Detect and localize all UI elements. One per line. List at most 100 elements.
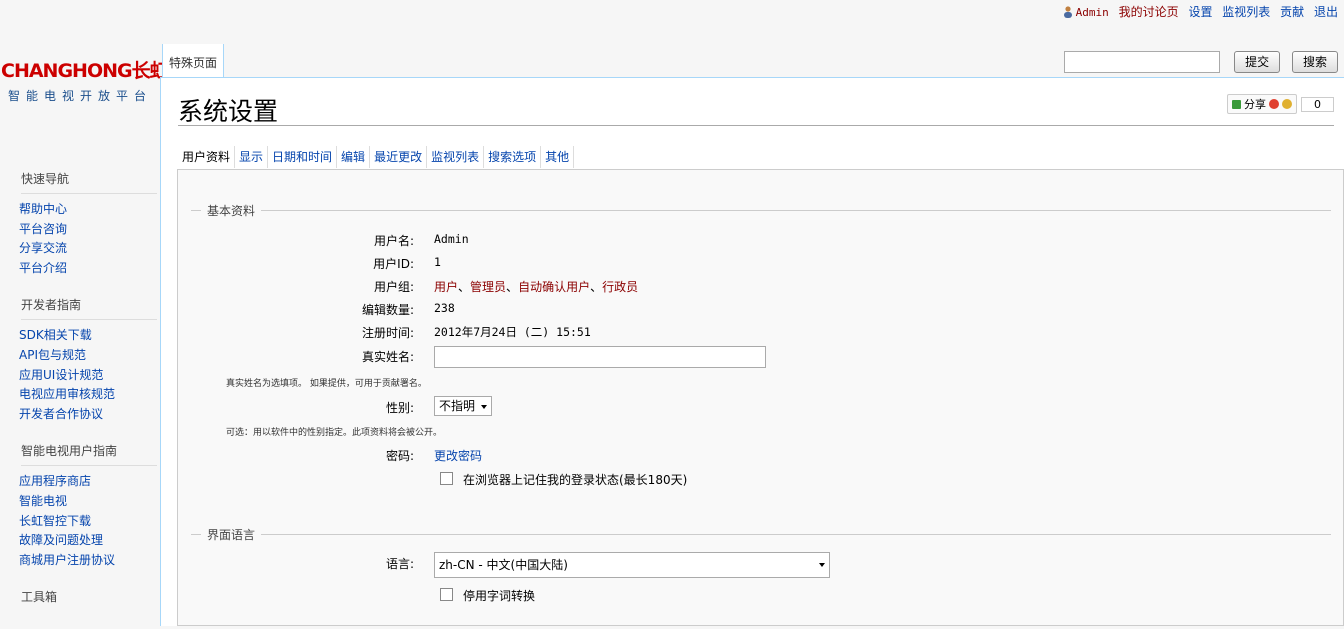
logo-subtitle: 智能电视开放平台 [8,89,153,103]
change-password-link[interactable]: 更改密码 [434,447,482,464]
page-title: 系统设置 [178,97,279,126]
plus-icon [1232,100,1241,109]
personal-tools: Admin 我的讨论页 设置 监视列表 贡献 退出 [1057,3,1338,20]
search-input[interactable] [1064,51,1221,73]
user-link[interactable]: Admin [1063,5,1109,19]
preferences-tabs: 用户资料 显示 日期和时间 编辑 最近更改 监视列表 搜索选项 其他 [178,146,575,168]
language-wrapper: zh-CN - 中文(中国大陆) [434,552,830,578]
group-link[interactable]: 自动确认用户 [518,280,590,294]
site-logo[interactable]: CHANGHONG长虹 智能电视开放平台 [0,56,169,104]
share-button[interactable]: 分享 [1227,94,1297,114]
remember-row: 在浏览器上记住我的登录状态(最长180天) [440,471,687,488]
realname-row: 真实姓名: [178,346,878,370]
title-divider [178,125,1334,126]
disable-conversion-row: 停用字词转换 [440,587,535,604]
language-row: 语言: zh-CN - 中文(中国大陆) [178,552,878,580]
sidebar-item[interactable]: API包与规范 [19,346,160,366]
tab-misc[interactable]: 其他 [541,146,575,168]
group-link[interactable]: 行政员 [602,280,638,294]
weibo-icon[interactable] [1269,99,1279,109]
field-label: 注册时间: [361,326,414,340]
gender-select[interactable]: 不指明 [434,396,493,416]
contributions-link[interactable]: 贡献 [1280,5,1304,19]
sidebar-item[interactable]: 长虹智控下载 [19,512,160,532]
disable-conversion-checkbox[interactable] [440,588,453,601]
field-label: 性别: [385,401,414,415]
field-label: 用户组: [373,280,414,294]
tab-special-page[interactable]: 特殊页面 [162,44,225,77]
tab-search-options[interactable]: 搜索选项 [484,146,542,168]
language-select[interactable]: zh-CN - 中文(中国大陆) [434,552,830,578]
remember-checkbox[interactable] [440,472,453,485]
interface-language-section: 界面语言 [191,526,1331,543]
logo-wordmark: CHANGHONG长虹 [1,60,169,82]
sidebar-section: 开发者指南 SDK相关下载 API包与规范 应用UI设计规范 电视应用审核规范 … [19,296,160,424]
user-icon [1063,6,1072,18]
tab-recent-changes[interactable]: 最近更改 [370,146,428,168]
preferences-panel: 基本资料 用户名: Admin 用户ID: 1 用户组: 用户、管理员、自动确认… [177,169,1344,626]
sidebar-item[interactable]: 平台介绍 [19,259,160,279]
field-label: 语言: [385,557,414,571]
basic-info-section: 基本资料 [191,202,1331,219]
sidebar-item[interactable]: 电视应用审核规范 [19,385,160,405]
remember-label: 在浏览器上记住我的登录状态(最长180天) [463,473,688,487]
field-label: 用户ID: [373,257,414,271]
tab-watchlist[interactable]: 监视列表 [427,146,485,168]
disable-conversion-label: 停用字词转换 [463,589,536,603]
sidebar-item[interactable]: 应用程序商店 [19,472,160,492]
sidebar-heading: 开发者指南 [21,296,157,321]
field-label: 编辑数量: [361,303,414,317]
sidebar-heading: 智能电视用户指南 [21,442,157,467]
chevron-down-icon [481,404,488,409]
sidebar-item[interactable]: 应用UI设计规范 [19,366,160,386]
sidebar-item[interactable]: 商城用户注册协议 [19,551,160,571]
sidebar-item[interactable]: 智能电视 [19,492,160,512]
my-talk-link[interactable]: 我的讨论页 [1119,5,1179,19]
section-legend: 界面语言 [207,528,256,542]
gender-row: 性别: 不指明 [178,396,878,418]
userid-value: 1 [434,255,441,269]
content-area: 系统设置 分享 0 用户资料 显示 日期和时间 编辑 最近更改 监视列表 搜索选项 其他 基本资… [160,78,1344,626]
sidebar-item[interactable]: SDK相关下载 [19,326,160,346]
qzone-icon[interactable] [1282,99,1292,109]
tab-display[interactable]: 显示 [235,146,269,168]
sidebar-item[interactable]: 开发者合作协议 [19,405,160,425]
sidebar-section: 快速导航 帮助中心 平台咨询 分享交流 平台介绍 [19,170,160,278]
submit-button[interactable]: 提交 [1234,51,1281,73]
username-value: Admin [434,232,469,246]
section-legend: 基本资料 [207,204,256,218]
tab-editing[interactable]: 编辑 [337,146,371,168]
field-label: 真实姓名: [361,350,414,364]
share-widget: 分享 0 [1227,94,1334,114]
language-value: zh-CN - 中文(中国大陆) [439,558,568,572]
sidebar-section: 工具箱 [19,588,160,611]
groups-value: 用户、管理员、自动确认用户、行政员 [434,278,638,295]
share-label: 分享 [1244,98,1266,111]
gender-value: 不指明 [439,399,476,413]
watchlist-link[interactable]: 监视列表 [1222,5,1270,19]
sidebar-section: 智能电视用户指南 应用程序商店 智能电视 长虹智控下载 故障及问题处理 商城用户… [19,442,160,570]
edit-count-value: 238 [434,301,455,315]
search-button[interactable]: 搜索 [1291,51,1338,73]
preferences-link[interactable]: 设置 [1188,5,1212,19]
sidebar-item[interactable]: 帮助中心 [19,200,160,220]
realname-input[interactable] [434,346,766,368]
realname-help: 真实姓名为选填项。 如果提供，可用于贡献署名。 [226,379,427,389]
logout-link[interactable]: 退出 [1314,5,1338,19]
tab-user-profile[interactable]: 用户资料 [178,146,236,168]
sidebar-item[interactable]: 故障及问题处理 [19,531,160,551]
gender-wrapper: 不指明 [434,396,493,416]
sidebar-item[interactable]: 分享交流 [19,239,160,259]
gender-help: 可选：用以软件中的性别指定。此项资料将会被公开。 [226,428,443,438]
chevron-down-icon [819,563,825,567]
group-link[interactable]: 管理员 [470,280,506,294]
realname-wrapper [434,346,766,368]
sidebar-heading: 快速导航 [21,170,157,194]
search-form: 提交 搜索 [1064,51,1338,73]
group-link[interactable]: 用户 [434,280,458,294]
separator: 、 [458,280,471,294]
sidebar-item[interactable]: 平台咨询 [19,220,160,240]
tab-date-time[interactable]: 日期和时间 [268,146,338,168]
sidebar-heading: 工具箱 [21,590,58,605]
separator: 、 [590,280,603,294]
